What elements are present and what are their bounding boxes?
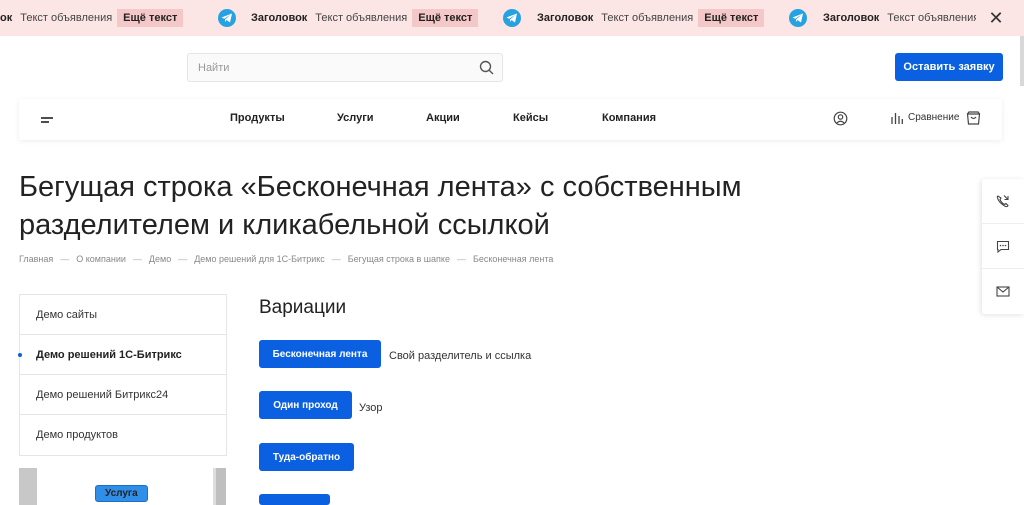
marquee-text: Текст объявления [887, 12, 980, 24]
variation-button-partial[interactable] [259, 494, 330, 505]
variation-description: Узор [359, 402, 383, 414]
breadcrumb-link[interactable]: Бегущая строка в шапке [348, 254, 450, 264]
chat-icon[interactable] [982, 224, 1024, 269]
variation-description: Свой разделитель и ссылка [389, 350, 532, 362]
side-menu-label: Демо решений Битрикс24 [36, 388, 169, 401]
search-icon[interactable] [479, 60, 494, 80]
marquee-item[interactable]: Заголовок Текст объявления [823, 0, 984, 36]
telegram-icon[interactable] [218, 9, 236, 27]
marquee-item[interactable]: ок Текст объявления Ещё текст [0, 0, 184, 36]
page-scrollbar[interactable] [1020, 36, 1024, 86]
compare-label: Сравнение [908, 112, 960, 123]
banner-image-edge [19, 468, 37, 505]
side-menu-item-bitrix24-demo[interactable]: Демо решений Битрикс24 [20, 375, 226, 415]
marquee-title: Заголовок [823, 12, 880, 24]
marquee-more-button[interactable]: Ещё текст [412, 9, 479, 27]
infinite-tape-button[interactable]: Бесконечная лента [259, 340, 381, 368]
nav-link-company[interactable]: Компания [602, 112, 656, 124]
menu-icon[interactable] [41, 114, 55, 132]
search-box[interactable] [187, 53, 503, 82]
side-menu-label: Демо продуктов [36, 429, 118, 441]
submit-request-button[interactable]: Оставить заявку [895, 53, 1003, 81]
close-icon[interactable]: ✕ [984, 6, 1008, 30]
callback-icon[interactable] [982, 179, 1024, 224]
marquee-title: Заголовок [537, 12, 594, 24]
breadcrumb-link[interactable]: Демо решений для 1С-Битрикс [194, 254, 325, 264]
breadcrumb-link[interactable]: Демо [149, 254, 171, 264]
marquee-item[interactable]: Заголовок Текст объявления Ещё текст [251, 0, 479, 36]
service-banner[interactable]: Услуга [19, 468, 226, 505]
banner-image-edge [216, 468, 226, 505]
marquee-item[interactable]: Заголовок Текст объявления Ещё текст [537, 0, 765, 36]
breadcrumb: Главная — О компании — Демо — Демо решений для… [19, 254, 554, 264]
mail-icon[interactable] [982, 269, 1024, 314]
side-menu: Демо сайты Демо решений 1С-Битрикс Демо … [18, 294, 227, 456]
marquee-more-button[interactable]: Ещё текст [117, 9, 184, 27]
breadcrumb-current: Бесконечная лента [472, 254, 554, 264]
back-and-forth-button[interactable]: Туда-обратно [259, 443, 354, 471]
page-title: Бегущая строка «Бесконечная лента» с соб… [19, 171, 742, 241]
side-menu-item-products-demo[interactable]: Демо продуктов [20, 415, 226, 455]
marquee-title: Заголовок [251, 12, 308, 24]
cart-icon[interactable] [966, 111, 981, 130]
marquee-text: Текст объявления [315, 12, 408, 24]
breadcrumb-link[interactable]: О компании [76, 254, 126, 264]
side-menu-item-demo-sites[interactable]: Демо сайты [20, 295, 226, 335]
side-menu-label: Демо сайты [36, 308, 98, 321]
telegram-icon[interactable] [503, 9, 521, 27]
single-pass-button[interactable]: Один проход [259, 391, 352, 419]
breadcrumb-link[interactable]: Главная [19, 254, 53, 264]
nav-link-products[interactable]: Продукты [230, 112, 285, 124]
side-menu-label: Демо решений 1С-Битрикс [36, 348, 182, 361]
active-indicator [18, 353, 22, 357]
user-icon[interactable] [833, 111, 848, 131]
nav-link-cases[interactable]: Кейсы [513, 112, 548, 124]
side-menu-item-bitrix-demo[interactable]: Демо решений 1С-Битрикс [18, 335, 226, 375]
nav-link-services[interactable]: Услуги [337, 112, 374, 124]
marquee-bar: ок Текст объявления Ещё текст Заголовок … [0, 0, 1024, 36]
main-navigation: Продукты Услуги Акции Кейсы Компания Сра… [19, 99, 1002, 140]
marquee-text: Текст объявления [20, 12, 113, 24]
telegram-icon[interactable] [789, 9, 807, 27]
compare-link[interactable]: Сравнение [891, 111, 959, 124]
service-badge: Услуга [95, 485, 148, 502]
search-input[interactable] [188, 54, 458, 81]
compare-icon [891, 113, 903, 124]
nav-link-promotions[interactable]: Акции [426, 112, 460, 124]
floating-contact-panel [982, 179, 1024, 314]
marquee-more-button[interactable]: Ещё текст [698, 9, 765, 27]
variations-heading: Вариации [259, 297, 347, 318]
marquee-text: Текст объявления [601, 12, 694, 24]
marquee-title: ок [0, 12, 13, 24]
